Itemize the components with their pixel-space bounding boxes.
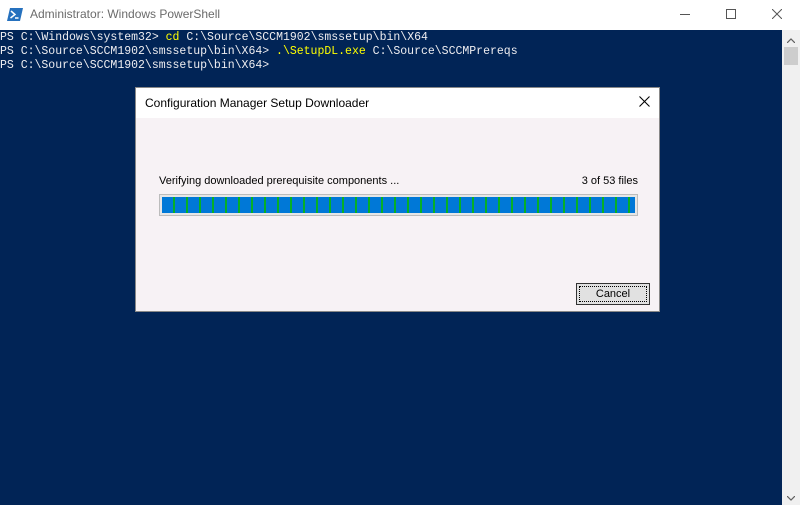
powershell-icon [7, 7, 23, 22]
minimize-icon [680, 6, 690, 24]
setup-downloader-dialog: Configuration Manager Setup Downloader V… [135, 87, 660, 312]
console-command: .\SetupDL.exe [276, 45, 366, 58]
chevron-down-icon [786, 488, 796, 506]
chevron-up-icon [786, 30, 796, 48]
minimize-button[interactable] [662, 0, 708, 30]
close-icon [771, 6, 783, 24]
scroll-thumb[interactable] [784, 47, 798, 65]
console-prompt: PS C:\Source\SCCM1902\smssetup\bin\X64> [0, 45, 277, 58]
window-close-button[interactable] [754, 0, 800, 30]
console-line: PS C:\Windows\system32> cd C:\Source\SCC… [0, 31, 428, 45]
progress-bar [159, 194, 638, 216]
console-args: C:\Source\SCCM1902\smssetup\bin\X64 [179, 31, 428, 44]
dialog-title: Configuration Manager Setup Downloader [145, 96, 370, 110]
dialog-close-button[interactable] [633, 92, 655, 114]
scroll-down-button[interactable] [782, 488, 800, 505]
console-prompt: PS C:\Source\SCCM1902\smssetup\bin\X64> [0, 59, 270, 72]
dialog-titlebar[interactable]: Configuration Manager Setup Downloader [136, 88, 659, 118]
console-args: C:\Source\SCCMPrereqs [365, 45, 518, 58]
window-title: Administrator: Windows PowerShell [30, 7, 221, 21]
console-command: cd [165, 31, 180, 44]
console-line: PS C:\Source\SCCM1902\smssetup\bin\X64> [0, 59, 269, 73]
maximize-icon [726, 6, 736, 24]
cancel-button-label: Cancel [579, 286, 647, 302]
maximize-button[interactable] [708, 0, 754, 30]
scroll-up-button[interactable] [782, 30, 800, 47]
console-prompt: PS C:\Windows\system32> [0, 31, 166, 44]
vertical-scrollbar[interactable] [782, 30, 800, 505]
window-titlebar[interactable]: Administrator: Windows PowerShell [0, 0, 800, 30]
close-icon [638, 94, 650, 112]
status-text: Verifying downloaded prerequisite compon… [159, 175, 400, 187]
cancel-button[interactable]: Cancel [576, 283, 650, 305]
console-line: PS C:\Source\SCCM1902\smssetup\bin\X64> … [0, 45, 518, 59]
progress-fill [162, 197, 635, 213]
file-count: 3 of 53 files [581, 175, 638, 187]
